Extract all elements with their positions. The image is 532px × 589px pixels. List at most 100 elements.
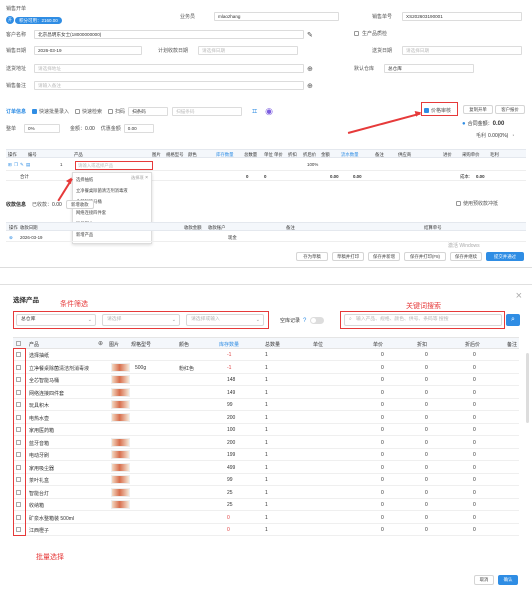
cell-name[interactable]: 江西橙子 (29, 527, 49, 534)
cell-name[interactable]: 蓝牙音箱 (29, 440, 49, 447)
remark-input[interactable]: 请输入备注 (34, 81, 304, 90)
action-button[interactable]: 保存并新增 (368, 252, 400, 261)
discount-select[interactable]: 0% (24, 124, 61, 133)
table-row[interactable]: 网络连接四件套 149 1 0 0 0 (13, 387, 519, 399)
table-row[interactable]: 收纳箱 25 1 0 0 0 (13, 499, 519, 511)
add-product-icon[interactable]: ⊕ (98, 340, 103, 347)
table-row[interactable]: 家用吸尘器 499 1 0 0 0 (13, 462, 519, 474)
action-button[interactable]: 保存并继续 (450, 252, 482, 261)
scan-mode-select[interactable]: 扫条码 (128, 107, 169, 116)
dropdown-item[interactable]: 选择抽纸 (76, 177, 93, 183)
payment-account[interactable]: 现金 (228, 235, 237, 241)
sum-amount: 0.00 (330, 174, 339, 179)
use-prepay[interactable]: 使用预收款冲抵 (456, 200, 498, 207)
action-button[interactable]: 提交并通过 (486, 252, 524, 261)
dropdown-item[interactable]: 网络连接四件套 (76, 210, 106, 216)
scanner-icon[interactable]: ⌗ (252, 106, 257, 117)
eye-icon[interactable]: ◔ (511, 133, 514, 139)
order-tab[interactable]: 销售开单 (6, 5, 26, 12)
cell-name[interactable]: 选择抽纸 (29, 352, 49, 359)
table-row[interactable]: 江西橙子 0 1 0 0 0 (13, 524, 519, 536)
cell-name[interactable]: 全芯智能马桶 (29, 377, 59, 384)
cell-name[interactable]: 网络连接四件套 (29, 390, 64, 397)
confirm-button[interactable]: 确认 (498, 575, 518, 585)
cell-name[interactable]: 立净餐桌除菌清洁剂消毒液 (29, 365, 89, 372)
search-input[interactable]: ⌕ 输入产品、规格、颜色、供号、条码等 搜搜 (344, 314, 502, 326)
gen-field[interactable]: 生产品质检 (354, 30, 387, 37)
scan-checkbox[interactable] (108, 109, 114, 114)
scan-input[interactable]: 扫描条码 (172, 107, 243, 116)
fast-search-checkbox[interactable] (75, 109, 81, 114)
empty-record-switch[interactable] (310, 317, 325, 324)
camera-icon[interactable]: ◉ (265, 106, 273, 117)
cell-name[interactable]: 玩具积木 (29, 402, 49, 409)
action-button[interactable]: 保存并打印(F8) (404, 252, 446, 261)
action-button[interactable]: 草稿并打印 (332, 252, 364, 261)
edit-icon[interactable]: ✎ (307, 31, 313, 39)
cell-name[interactable]: 收纳箱 (29, 502, 44, 509)
close-icon[interactable]: × (516, 290, 522, 302)
row-edit-icon[interactable]: ✎ (20, 162, 24, 168)
cell-name[interactable]: 家用吸尘器 (29, 465, 54, 472)
cell-total: 1 (265, 439, 268, 446)
customer-quote-button[interactable]: 客户报价 (495, 105, 525, 114)
table-row[interactable]: 立净餐桌除菌清洁剂消毒液 500g 粉红色 -1 1 0 0 0 (13, 362, 519, 374)
amount-label: 金额： (70, 126, 86, 132)
cell-disc: 0 (425, 352, 428, 358)
order-no-input[interactable]: XS202603190001 (402, 12, 522, 21)
cell-total: 1 (265, 464, 268, 471)
action-button[interactable]: 存为草稿 (296, 252, 328, 261)
help-icon[interactable]: ? (303, 318, 306, 324)
preferential-input[interactable]: 0.00 (123, 124, 154, 133)
cell-name[interactable]: 矿泉水整箱装 500ml (29, 515, 74, 522)
cell-name[interactable]: 电动牙刷 (29, 452, 49, 459)
cancel-button[interactable]: 取消 (474, 575, 494, 585)
table-row[interactable]: 玩具积木 99 1 0 0 0 (13, 399, 519, 411)
warehouse-select[interactable]: 总仓库 (384, 64, 474, 73)
attr-filter[interactable]: 请选择或输入 ⌄ (186, 314, 264, 326)
table-row[interactable]: 全芯智能马桶 148 1 0 0 0 (13, 374, 519, 386)
row-delete-icon[interactable]: ▤ (26, 162, 30, 168)
goods-col-header: 颜色 (188, 152, 197, 157)
table-row[interactable]: 家用医药箱 100 1 0 0 0 (13, 424, 519, 436)
grid-col-header: 单价 (373, 342, 384, 348)
category-filter[interactable]: 请选择 ⌄ (102, 314, 180, 326)
warehouse-filter[interactable]: 总仓库 ⌄ (16, 314, 96, 326)
payment-delete-icon[interactable]: ⊗ (9, 235, 13, 241)
add-payment-button[interactable]: 新增收款 (65, 200, 94, 209)
table-row[interactable]: 选择抽纸 -1 1 0 0 0 (13, 349, 519, 361)
payment-date[interactable]: 2026-03-19 (20, 235, 42, 240)
table-row[interactable]: 智能台灯 25 1 0 0 0 (13, 487, 519, 499)
customer-input[interactable]: 北京昌明东女士(18000000000) (34, 30, 304, 39)
cell-name[interactable]: 智能台灯 (29, 490, 49, 497)
payment-col-header: 操作 (9, 225, 18, 230)
gen-label: 生产品质检 (362, 31, 388, 37)
fast-entry-checkbox[interactable] (32, 109, 38, 114)
plan-date-input[interactable]: 请选择日期 (198, 46, 298, 55)
salesman-input[interactable]: mlaozhang (214, 12, 339, 21)
gen-checkbox[interactable] (354, 31, 359, 36)
table-row[interactable]: 蓝牙音箱 200 1 0 0 0 (13, 437, 519, 449)
table-row[interactable]: 矿泉水整箱装 500ml 0 1 0 0 0 (13, 512, 519, 524)
copy-order-button[interactable]: 复制开单 (463, 105, 493, 114)
add-remark-icon[interactable]: ⊕ (307, 82, 313, 90)
select-all-checkbox[interactable] (16, 341, 21, 346)
grid-scrollbar[interactable] (526, 353, 529, 423)
row-add-icon[interactable]: ⊞ (8, 162, 12, 168)
search-button[interactable]: ⌕ (506, 314, 520, 326)
product-input[interactable]: 请输入或选择产品 (75, 161, 153, 170)
table-row[interactable]: 茶叶礼盒 99 1 0 0 0 (13, 474, 519, 486)
cell-name[interactable]: 茶叶礼盒 (29, 477, 49, 484)
row-copy-icon[interactable]: ❐ (14, 162, 18, 168)
cell-name[interactable]: 家用医药箱 (29, 427, 54, 434)
cell-name[interactable]: 电热水壶 (29, 415, 49, 422)
dropdown-item[interactable]: 立净餐桌除菌清洁剂消毒液 (76, 188, 128, 194)
table-row[interactable]: 电动牙刷 199 1 0 0 0 (13, 449, 519, 461)
use-prepay-checkbox[interactable] (456, 201, 461, 206)
table-row[interactable]: 电热水壶 200 1 0 0 0 (13, 412, 519, 424)
delivery-input[interactable]: 请选择日期 (402, 46, 522, 55)
date-input[interactable]: 2026-03-19 (34, 46, 142, 55)
ship-addr-input[interactable]: 请选择地址 (34, 64, 304, 73)
add-address-icon[interactable]: ⊕ (307, 65, 313, 73)
dropdown-close-icon[interactable]: × (145, 175, 148, 181)
